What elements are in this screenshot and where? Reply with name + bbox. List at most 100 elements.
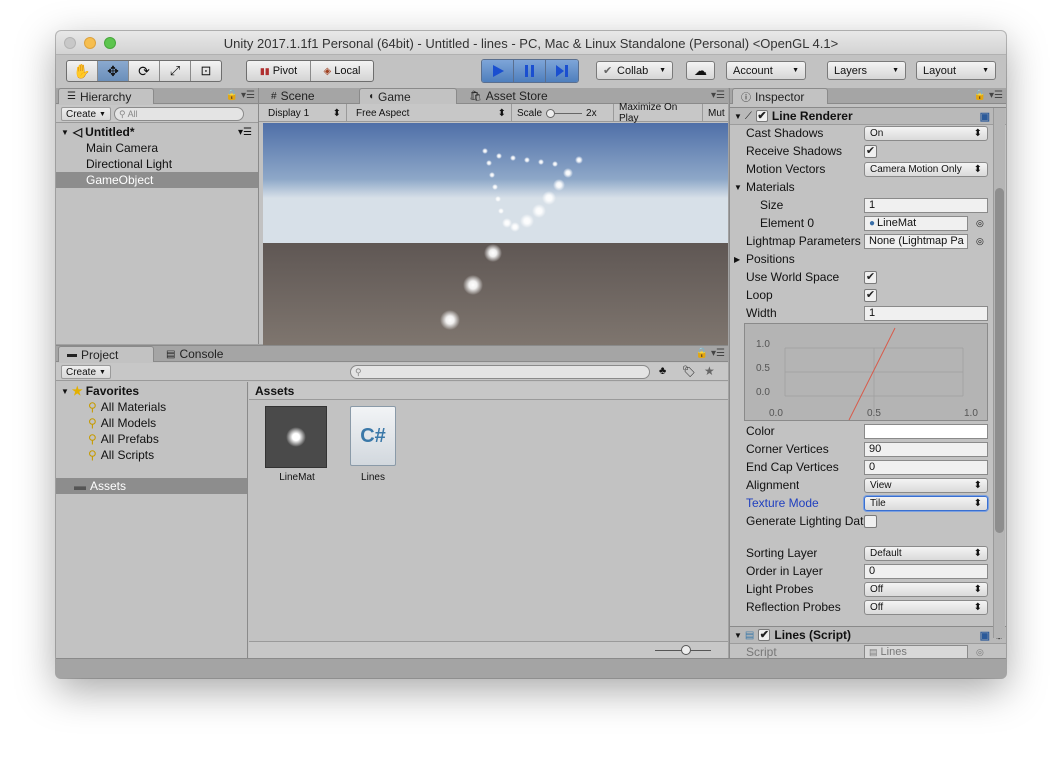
tab-scene[interactable]: # Scene	[263, 88, 323, 104]
project-create-dropdown[interactable]: Create ▼	[61, 365, 111, 379]
texture-mode-dropdown[interactable]: Tile ⬍	[864, 495, 988, 511]
hierarchy-item[interactable]: Directional Light	[56, 156, 258, 172]
use-world-space-checkbox[interactable]: ✔	[864, 270, 877, 284]
panel-menu-icon[interactable]: 🔒 ▾☰	[974, 90, 1003, 101]
favorite-item[interactable]: ⚲ All Scripts	[56, 447, 247, 463]
account-dropdown[interactable]: Account ▼	[726, 61, 806, 80]
console-icon: ▤	[166, 348, 176, 360]
move-tool-button[interactable]: ✥	[98, 61, 129, 81]
help-book-icon[interactable]: ▣	[980, 629, 990, 642]
tab-hierarchy[interactable]: ☰ Hierarchy	[58, 88, 154, 104]
inspector-scrollbar[interactable]	[993, 108, 1005, 638]
hierarchy-item[interactable]: Main Camera	[56, 140, 258, 156]
line-renderer-header[interactable]: ▼ ⟋ ✔ Line Renderer ▣ ⚙	[730, 107, 1006, 125]
cloud-button[interactable]: ☁	[686, 61, 715, 80]
hand-tool-button[interactable]: ✋	[67, 61, 98, 81]
scale-slider-thumb[interactable]	[546, 108, 556, 118]
width-curve-editor[interactable]: 1.0 0.5 0.0 0.0 0.5 1.0	[744, 323, 988, 421]
row-materials[interactable]: ▼ Materials	[730, 178, 1006, 196]
asset-tile-lines[interactable]: C# Lines	[347, 406, 399, 483]
hierarchy-create-dropdown[interactable]: Create ▼	[61, 107, 111, 121]
color-gradient-field[interactable]	[864, 423, 988, 439]
tab-inspector[interactable]: ⓘ Inspector	[732, 88, 828, 104]
filter-by-label-icon[interactable]: 🏷	[682, 365, 696, 378]
scale-slider-track[interactable]	[546, 108, 583, 118]
inspector-scroll-thumb[interactable]	[995, 188, 1004, 533]
pause-button[interactable]	[514, 60, 546, 82]
panel-menu-icon[interactable]: ▾☰	[711, 90, 725, 101]
grid-icon: #	[271, 90, 277, 102]
row-positions[interactable]: ▶ Positions	[730, 250, 1006, 268]
layers-dropdown[interactable]: Layers ▼	[827, 61, 906, 80]
scene-menu-icon[interactable]: ▾☰	[238, 127, 252, 138]
icon-size-slider-thumb[interactable]	[681, 645, 691, 655]
hierarchy-search-input[interactable]: ⚲ All	[114, 107, 244, 121]
hierarchy-item-selected[interactable]: GameObject	[56, 172, 258, 188]
panel-menu-icon[interactable]: 🔒 ▾☰	[696, 348, 725, 359]
row-element0: Element 0 ● LineMat ◎	[730, 214, 1006, 232]
rotate-tool-button[interactable]: ⟳	[129, 61, 160, 81]
curve-y-tick: 0.5	[756, 363, 770, 374]
motion-vectors-dropdown[interactable]: Camera Motion Only ⬍	[864, 161, 988, 177]
mute-audio-toggle[interactable]: Mut	[703, 104, 729, 122]
asset-breadcrumb[interactable]: Assets	[249, 382, 728, 400]
element0-object-field[interactable]: ● LineMat	[864, 215, 968, 231]
favorite-item[interactable]: ⚲ All Models	[56, 415, 247, 431]
object-picker-icon[interactable]: ◎	[976, 236, 984, 247]
reflection-probes-dropdown[interactable]: Off ⬍	[864, 599, 988, 615]
play-button[interactable]	[482, 60, 514, 82]
script-enabled-checkbox[interactable]: ✔	[758, 629, 771, 641]
search-icon: ⚲	[88, 432, 97, 446]
alignment-dropdown[interactable]: View ⬍	[864, 477, 988, 493]
size-field[interactable]: 1	[864, 197, 988, 213]
filter-by-type-icon[interactable]: ♣	[659, 365, 666, 377]
tab-game[interactable]: ◖ Game	[359, 88, 457, 104]
collab-dropdown[interactable]: ✔ Collab ▼	[596, 61, 673, 80]
tab-asset-store[interactable]: 🛍 Asset Store	[461, 88, 556, 104]
corner-vertices-field[interactable]: 90	[864, 441, 988, 457]
layout-dropdown[interactable]: Layout ▼	[916, 61, 996, 80]
end-cap-vertices-field[interactable]: 0	[864, 459, 988, 475]
lightmap-field[interactable]: None (Lightmap Pa	[864, 233, 968, 249]
maximize-on-play-toggle[interactable]: Maximize On Play	[614, 102, 703, 124]
lines-script-header[interactable]: ▼ ▤ ✔ Lines (Script) ▣ ⚙	[730, 626, 1006, 644]
component-enabled-checkbox[interactable]: ✔	[755, 110, 768, 122]
pivot-button[interactable]: ▮▮ Pivot	[247, 61, 311, 81]
aspect-dropdown[interactable]: Free Aspect ⬍	[351, 104, 512, 122]
generate-lighting-checkbox[interactable]	[864, 514, 877, 528]
updown-arrow-icon: ⬍	[973, 479, 982, 491]
project-search-input[interactable]: ⚲	[350, 365, 650, 379]
scene-row[interactable]: ▼ ◁ Untitled* ▾☰	[56, 124, 258, 140]
tab-console[interactable]: ▤ Console	[158, 346, 231, 362]
pivot-label: Pivot	[272, 65, 298, 77]
local-button[interactable]: ◈ Local	[311, 61, 373, 81]
scale-tool-button[interactable]: ⤢	[160, 61, 191, 81]
tab-project[interactable]: ▬ Project	[58, 346, 154, 362]
rect-tool-button[interactable]: ⊡	[191, 61, 221, 81]
receive-shadows-checkbox[interactable]: ✔	[864, 144, 877, 158]
inspector-panel: ⓘ Inspector 🔒 ▾☰ ▼ ⟋ ✔ Line Renderer ▣ ⚙…	[729, 88, 1006, 660]
favorite-item[interactable]: ⚲ All Prefabs	[56, 431, 247, 447]
loop-checkbox[interactable]: ✔	[864, 288, 877, 302]
game-viewport[interactable]	[263, 123, 728, 347]
asset-tile-linemat[interactable]: LineMat	[265, 406, 329, 483]
object-picker-icon[interactable]: ◎	[976, 218, 984, 229]
width-field[interactable]: 1	[864, 305, 988, 321]
order-in-layer-field[interactable]: 0	[864, 563, 988, 579]
object-picker-icon[interactable]: ◎	[976, 647, 984, 658]
step-button[interactable]	[546, 60, 578, 82]
display-dropdown[interactable]: Display 1 ⬍	[263, 104, 347, 122]
panel-menu-icon[interactable]: 🔒 ▾☰	[226, 90, 255, 101]
sorting-layer-dropdown[interactable]: Default ⬍	[864, 545, 988, 561]
csharp-script-icon: C#	[350, 406, 396, 466]
favorite-star-icon[interactable]: ★	[704, 364, 715, 378]
help-book-icon[interactable]: ▣	[980, 110, 990, 123]
cast-shadows-dropdown[interactable]: On ⬍	[864, 125, 988, 141]
layout-label: Layout	[923, 64, 957, 77]
use-world-space-label: Use World Space	[746, 270, 840, 284]
light-probes-dropdown[interactable]: Off ⬍	[864, 581, 988, 597]
favorites-row[interactable]: ▼ ★ Favorites	[56, 383, 247, 399]
assets-folder-selected[interactable]: ▬ Assets	[56, 478, 247, 494]
scale-slider[interactable]: Scale 2x	[512, 104, 614, 122]
favorite-item[interactable]: ⚲ All Materials	[56, 399, 247, 415]
